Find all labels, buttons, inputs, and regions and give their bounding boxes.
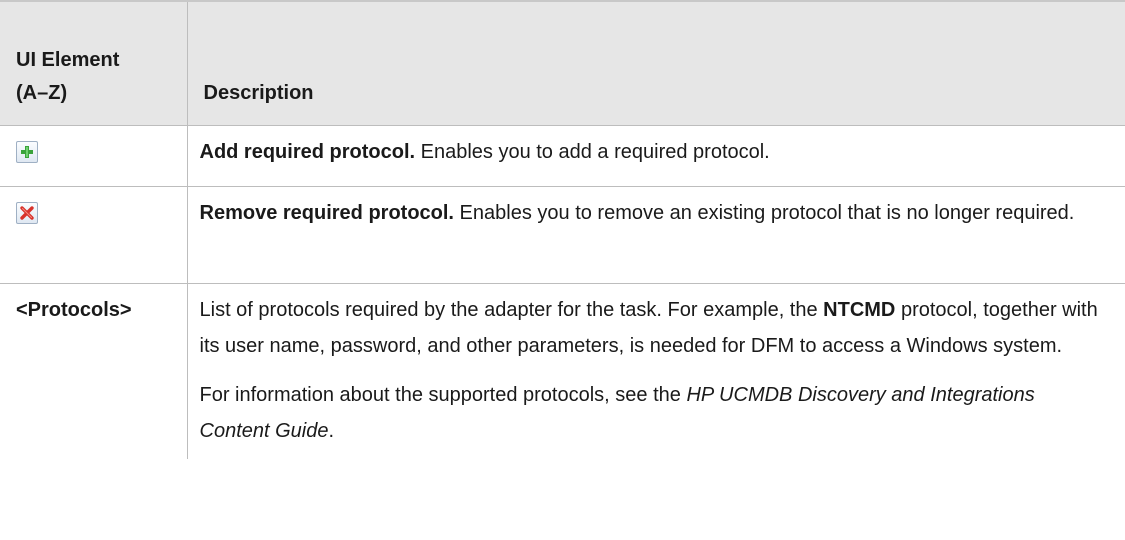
remove-x-icon <box>16 201 38 224</box>
table-header-row: UI Element (A–Z) Description <box>0 0 1125 126</box>
p2-before: For information about the supported prot… <box>199 383 687 406</box>
description-paragraph: List of protocols required by the adapte… <box>200 292 1106 364</box>
description-paragraph: Remove required protocol. Enables you to… <box>200 195 1106 231</box>
row-text: Enables you to remove an existing protoc… <box>454 201 1075 224</box>
header-ui-element-line2: (A–Z) <box>16 81 68 104</box>
table-row: <Protocols> List of protocols required b… <box>0 283 1125 459</box>
description-paragraph: For information about the supported prot… <box>200 377 1106 449</box>
ui-elements-table: UI Element (A–Z) Description Add required… <box>0 0 1125 459</box>
element-cell <box>0 125 188 187</box>
header-ui-element-line1: UI Element <box>16 48 120 71</box>
header-description: Description <box>187 0 1125 126</box>
row-title: Add required protocol. <box>199 140 416 163</box>
row-title: Remove required protocol. <box>199 201 455 224</box>
element-cell <box>0 186 188 284</box>
table-row: Remove required protocol. Enables you to… <box>0 186 1125 284</box>
element-cell: <Protocols> <box>0 283 188 459</box>
row-text: Enables you to add a required protocol. <box>415 140 770 163</box>
table-row: Add required protocol. Enables you to ad… <box>0 125 1125 187</box>
p1-bold: NTCMD <box>823 298 896 321</box>
description-cell: List of protocols required by the adapte… <box>187 283 1125 459</box>
element-name: <Protocols> <box>16 298 132 321</box>
description-paragraph: Add required protocol. Enables you to ad… <box>200 134 1106 170</box>
description-cell: Add required protocol. Enables you to ad… <box>187 125 1125 187</box>
header-ui-element: UI Element (A–Z) <box>0 0 188 126</box>
p2-after: . <box>328 419 335 442</box>
p1-before: List of protocols required by the adapte… <box>199 298 824 321</box>
add-plus-icon <box>16 140 38 163</box>
description-cell: Remove required protocol. Enables you to… <box>187 186 1125 284</box>
